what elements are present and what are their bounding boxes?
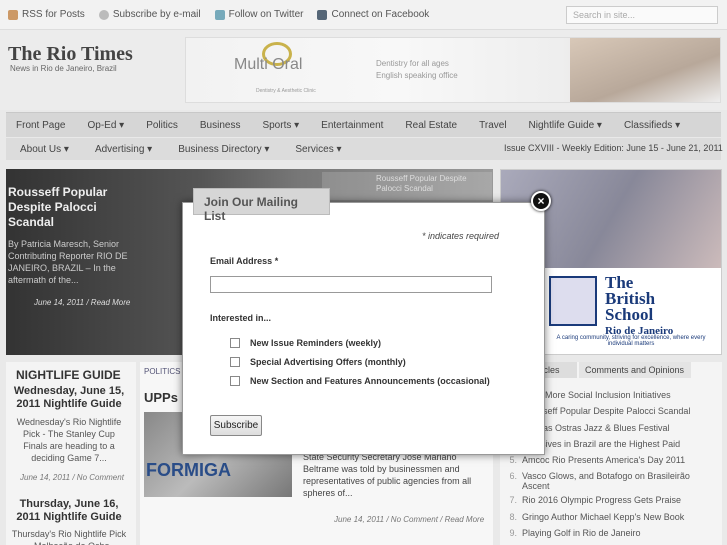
top-bar: RSS for Posts Subscribe by e-mail Follow… — [0, 0, 727, 30]
nav-about-us[interactable]: About Us ▾ — [20, 144, 69, 155]
nav-politics[interactable]: Politics — [146, 120, 178, 131]
option-section-announcements[interactable]: New Section and Features Announcements (… — [230, 376, 490, 386]
ad-brand-sub: Dentistry & Aesthetic Clinic — [256, 88, 316, 94]
featured-date[interactable]: June 14, 2011 / Read More — [34, 298, 130, 307]
list-item[interactable]: 7. Rio 2016 Olympic Progress Gets Praise — [505, 495, 719, 511]
checkbox[interactable] — [230, 338, 240, 348]
email-label: Email Address * — [210, 256, 279, 266]
site-header: The Rio Times News in Rio de Janeiro, Br… — [0, 30, 727, 110]
school-tagline: A caring community, striving for excelle… — [556, 335, 706, 347]
rss-icon — [8, 9, 18, 20]
modal-title: Join Our Mailing List — [193, 188, 330, 223]
site-logo[interactable]: The Rio Times — [8, 43, 133, 66]
featured-title[interactable]: Rousseff Popular Despite Palocci Scandal — [8, 185, 128, 230]
subscribe-email-link[interactable]: Subscribe by e-mail — [98, 9, 201, 20]
school-crest-icon — [549, 276, 597, 326]
nightlife-post-title[interactable]: Thursday, June 16, 2011 Nightlife Guide — [10, 498, 128, 524]
option-issue-reminders[interactable]: New Issue Reminders (weekly) — [230, 338, 381, 348]
primary-nav: Front Page Op-Ed ▾ Politics Business Spo… — [6, 112, 721, 137]
ad-brand: Multi Oral — [234, 56, 303, 73]
checkbox[interactable] — [230, 357, 240, 367]
tab-comments[interactable]: Comments and Opinions — [579, 362, 691, 378]
article-date[interactable]: June 14, 2011 / No Comment / Read More — [334, 515, 484, 524]
nav-services[interactable]: Services ▾ — [295, 144, 341, 155]
search-input[interactable]: Search in site... — [566, 6, 718, 24]
article-image-text: FORMIGA — [146, 460, 231, 480]
ad-text: Dentistry for all ages English speaking … — [376, 59, 458, 80]
site-tagline: News in Rio de Janeiro, Brazil — [10, 64, 117, 73]
nav-real-estate[interactable]: Real Estate — [405, 120, 457, 131]
category-label[interactable]: POLITICS — [144, 367, 180, 376]
nav-business[interactable]: Business — [200, 120, 241, 131]
nav-travel[interactable]: Travel — [479, 120, 506, 131]
nav-classifieds[interactable]: Classifieds ▾ — [624, 120, 680, 131]
ad-photo — [570, 38, 720, 102]
required-note: * indicates required — [422, 231, 500, 241]
header-ad-banner[interactable]: Multi Oral Dentistry & Aesthetic Clinic … — [185, 37, 721, 103]
issue-label: Issue CXVIII - Weekly Edition: June 15 -… — [504, 143, 723, 153]
email-field[interactable] — [210, 276, 492, 293]
twitter-icon — [214, 9, 225, 20]
nav-nightlife-guide[interactable]: Nightlife Guide ▾ — [529, 120, 602, 131]
school-name: The British School Rio de Janeiro — [605, 273, 674, 337]
list-item[interactable]: 5. Amcoc Rio Presents America's Day 2011 — [505, 455, 719, 471]
rss-link[interactable]: RSS for Posts — [8, 9, 85, 20]
social-links: RSS for Posts Subscribe by e-mail Follow… — [8, 9, 429, 20]
article-title[interactable]: UPPs — [144, 390, 178, 405]
checkbox[interactable] — [230, 376, 240, 386]
nightlife-post-excerpt: Wednesday's Rio Nightlife Pick - The Sta… — [16, 417, 122, 463]
nav-op-ed[interactable]: Op-Ed ▾ — [87, 120, 124, 131]
interest-label: Interested in... — [210, 313, 272, 323]
list-item[interactable]: 6. Vasco Glows, and Botafogo on Brasileir… — [505, 471, 719, 495]
nav-entertainment[interactable]: Entertainment — [321, 120, 383, 131]
nightlife-post-title[interactable]: Wednesday, June 15, 2011 Nightlife Guide — [10, 385, 128, 411]
option-advertising-offers[interactable]: Special Advertising Offers (monthly) — [230, 357, 406, 367]
mail-icon — [98, 9, 109, 20]
featured-thumb-title[interactable]: Rousseff Popular Despite Palocci Scandal — [376, 174, 491, 194]
facebook-icon — [317, 9, 328, 20]
facebook-link[interactable]: Connect on Facebook — [317, 9, 429, 20]
nav-sports[interactable]: Sports ▾ — [262, 120, 299, 131]
subscribe-button[interactable]: Subscribe — [210, 415, 262, 436]
nav-business-directory[interactable]: Business Directory ▾ — [178, 144, 269, 155]
twitter-link[interactable]: Follow on Twitter — [214, 9, 303, 20]
nightlife-post-date[interactable]: June 14, 2011 / No Comment — [20, 473, 124, 482]
close-icon[interactable]: × — [531, 191, 551, 211]
list-item[interactable]: 9. Playing Golf in Rio de Janeiro — [505, 528, 719, 544]
nightlife-post-excerpt: Thursday's Rio Nightlife Pick - Malhação… — [11, 529, 127, 545]
list-item[interactable]: 8. Gringo Author Michael Kepp's New Book — [505, 512, 719, 528]
article-excerpt: State Security Secretary José Mariano Be… — [303, 452, 472, 498]
featured-byline: By Patricia Maresch, Senior Contributing… — [8, 239, 128, 285]
nav-advertising[interactable]: Advertising ▾ — [95, 144, 152, 155]
nav-front-page[interactable]: Front Page — [16, 120, 65, 131]
nightlife-heading: NIGHTLIFE GUIDE — [16, 368, 121, 382]
